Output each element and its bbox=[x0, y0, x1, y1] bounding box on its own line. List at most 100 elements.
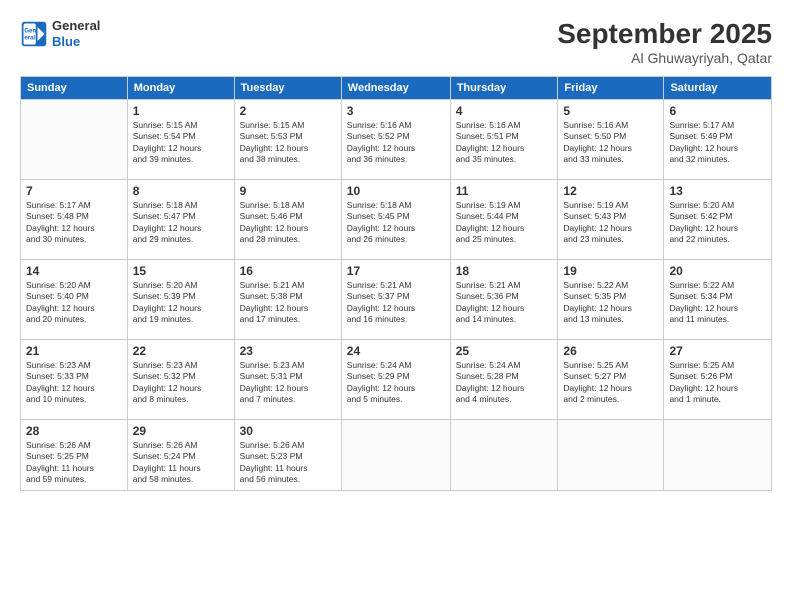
logo-text: General Blue bbox=[52, 18, 100, 49]
day-info: Sunrise: 5:26 AMSunset: 5:23 PMDaylight:… bbox=[240, 440, 336, 486]
day-info: Sunrise: 5:16 AMSunset: 5:51 PMDaylight:… bbox=[456, 120, 553, 166]
table-row: 12 Sunrise: 5:19 AMSunset: 5:43 PMDayligh… bbox=[558, 180, 664, 260]
day-number: 1 bbox=[133, 104, 229, 118]
calendar-body: 1 Sunrise: 5:15 AMSunset: 5:54 PMDaylight… bbox=[21, 100, 772, 491]
col-sunday: Sunday bbox=[21, 77, 128, 100]
day-info: Sunrise: 5:16 AMSunset: 5:52 PMDaylight:… bbox=[347, 120, 445, 166]
table-row: 27 Sunrise: 5:25 AMSunset: 5:26 PMDayligh… bbox=[664, 340, 772, 420]
table-row: 7Sunrise: 5:17 AMSunset: 5:48 PMDaylight… bbox=[21, 180, 128, 260]
day-number: 2 bbox=[240, 104, 336, 118]
col-monday: Monday bbox=[127, 77, 234, 100]
table-row: 2Sunrise: 5:15 AMSunset: 5:53 PMDaylight… bbox=[234, 100, 341, 180]
day-info: Sunrise: 5:19 AMSunset: 5:44 PMDaylight:… bbox=[456, 200, 553, 246]
day-number: 23 bbox=[240, 344, 336, 358]
day-number: 5 bbox=[563, 104, 658, 118]
day-number: 12 bbox=[563, 184, 658, 198]
day-number: 17 bbox=[347, 264, 445, 278]
day-info: Sunrise: 5:22 AMSunset: 5:34 PMDaylight:… bbox=[669, 280, 766, 326]
header: Gen eral General Blue September 2025 Al … bbox=[20, 18, 772, 66]
day-info: Sunrise: 5:18 AMSunset: 5:47 PMDaylight:… bbox=[133, 200, 229, 246]
day-number: 20 bbox=[669, 264, 766, 278]
day-info: Sunrise: 5:16 AMSunset: 5:50 PMDaylight:… bbox=[563, 120, 658, 166]
table-row: 23 Sunrise: 5:23 AMSunset: 5:31 PMDayligh… bbox=[234, 340, 341, 420]
day-info: Sunrise: 5:24 AMSunset: 5:29 PMDaylight:… bbox=[347, 360, 445, 406]
table-row: 22 Sunrise: 5:23 AMSunset: 5:32 PMDayligh… bbox=[127, 340, 234, 420]
col-friday: Friday bbox=[558, 77, 664, 100]
table-row: 6 Sunrise: 5:17 AMSunset: 5:49 PMDaylight… bbox=[664, 100, 772, 180]
day-number: 21 bbox=[26, 344, 122, 358]
day-number: 25 bbox=[456, 344, 553, 358]
day-number: 10 bbox=[347, 184, 445, 198]
day-info: Sunrise: 5:23 AMSunset: 5:32 PMDaylight:… bbox=[133, 360, 229, 406]
day-number: 22 bbox=[133, 344, 229, 358]
col-wednesday: Wednesday bbox=[341, 77, 450, 100]
day-info: Sunrise: 5:22 AMSunset: 5:35 PMDaylight:… bbox=[563, 280, 658, 326]
day-info: Sunrise: 5:18 AMSunset: 5:45 PMDaylight:… bbox=[347, 200, 445, 246]
table-row: 4 Sunrise: 5:16 AMSunset: 5:51 PMDaylight… bbox=[450, 100, 558, 180]
day-info: Sunrise: 5:21 AMSunset: 5:36 PMDaylight:… bbox=[456, 280, 553, 326]
table-row bbox=[450, 420, 558, 491]
svg-text:eral: eral bbox=[24, 34, 35, 41]
day-info: Sunrise: 5:20 AMSunset: 5:39 PMDaylight:… bbox=[133, 280, 229, 326]
day-number: 8 bbox=[133, 184, 229, 198]
table-row bbox=[21, 100, 128, 180]
table-row: 26 Sunrise: 5:25 AMSunset: 5:27 PMDayligh… bbox=[558, 340, 664, 420]
month-title: September 2025 bbox=[557, 18, 772, 50]
day-info: Sunrise: 5:25 AMSunset: 5:26 PMDaylight:… bbox=[669, 360, 766, 406]
col-saturday: Saturday bbox=[664, 77, 772, 100]
day-info: Sunrise: 5:17 AMSunset: 5:49 PMDaylight:… bbox=[669, 120, 766, 166]
table-row: 29Sunrise: 5:26 AMSunset: 5:24 PMDayligh… bbox=[127, 420, 234, 491]
table-row: 15Sunrise: 5:20 AMSunset: 5:39 PMDayligh… bbox=[127, 260, 234, 340]
day-info: Sunrise: 5:21 AMSunset: 5:38 PMDaylight:… bbox=[240, 280, 336, 326]
day-number: 27 bbox=[669, 344, 766, 358]
day-info: Sunrise: 5:21 AMSunset: 5:37 PMDaylight:… bbox=[347, 280, 445, 326]
day-info: Sunrise: 5:18 AMSunset: 5:46 PMDaylight:… bbox=[240, 200, 336, 246]
table-row: 19 Sunrise: 5:22 AMSunset: 5:35 PMDayligh… bbox=[558, 260, 664, 340]
table-row: 16 Sunrise: 5:21 AMSunset: 5:38 PMDayligh… bbox=[234, 260, 341, 340]
day-number: 28 bbox=[26, 424, 122, 438]
day-info: Sunrise: 5:19 AMSunset: 5:43 PMDaylight:… bbox=[563, 200, 658, 246]
day-number: 30 bbox=[240, 424, 336, 438]
day-info: Sunrise: 5:26 AMSunset: 5:25 PMDaylight:… bbox=[26, 440, 122, 486]
day-info: Sunrise: 5:20 AMSunset: 5:42 PMDaylight:… bbox=[669, 200, 766, 246]
table-row bbox=[664, 420, 772, 491]
table-row: 21 Sunrise: 5:23 AMSunset: 5:33 PMDayligh… bbox=[21, 340, 128, 420]
table-row: 8 Sunrise: 5:18 AMSunset: 5:47 PMDaylight… bbox=[127, 180, 234, 260]
location: Al Ghuwayriyah, Qatar bbox=[557, 50, 772, 66]
table-row: 9 Sunrise: 5:18 AMSunset: 5:46 PMDaylight… bbox=[234, 180, 341, 260]
col-thursday: Thursday bbox=[450, 77, 558, 100]
table-row: 10 Sunrise: 5:18 AMSunset: 5:45 PMDayligh… bbox=[341, 180, 450, 260]
logo: Gen eral General Blue bbox=[20, 18, 100, 49]
logo-icon: Gen eral bbox=[20, 20, 48, 48]
day-info: Sunrise: 5:25 AMSunset: 5:27 PMDaylight:… bbox=[563, 360, 658, 406]
calendar-table: Sunday Monday Tuesday Wednesday Thursday… bbox=[20, 76, 772, 491]
day-number: 6 bbox=[669, 104, 766, 118]
day-info: Sunrise: 5:23 AMSunset: 5:33 PMDaylight:… bbox=[26, 360, 122, 406]
col-tuesday: Tuesday bbox=[234, 77, 341, 100]
table-row: 18Sunrise: 5:21 AMSunset: 5:36 PMDayligh… bbox=[450, 260, 558, 340]
day-number: 16 bbox=[240, 264, 336, 278]
day-info: Sunrise: 5:23 AMSunset: 5:31 PMDaylight:… bbox=[240, 360, 336, 406]
table-row: 25 Sunrise: 5:24 AMSunset: 5:28 PMDayligh… bbox=[450, 340, 558, 420]
day-number: 13 bbox=[669, 184, 766, 198]
table-row: 11Sunrise: 5:19 AMSunset: 5:44 PMDayligh… bbox=[450, 180, 558, 260]
table-row: 3 Sunrise: 5:16 AMSunset: 5:52 PMDaylight… bbox=[341, 100, 450, 180]
day-info: Sunrise: 5:24 AMSunset: 5:28 PMDaylight:… bbox=[456, 360, 553, 406]
calendar-header-row: Sunday Monday Tuesday Wednesday Thursday… bbox=[21, 77, 772, 100]
table-row: 5 Sunrise: 5:16 AMSunset: 5:50 PMDaylight… bbox=[558, 100, 664, 180]
svg-text:Gen: Gen bbox=[24, 27, 36, 34]
day-info: Sunrise: 5:15 AMSunset: 5:54 PMDaylight:… bbox=[133, 120, 229, 166]
table-row: 30 Sunrise: 5:26 AMSunset: 5:23 PMDayligh… bbox=[234, 420, 341, 491]
page: Gen eral General Blue September 2025 Al … bbox=[0, 0, 792, 612]
day-number: 26 bbox=[563, 344, 658, 358]
day-number: 19 bbox=[563, 264, 658, 278]
table-row: 24Sunrise: 5:24 AMSunset: 5:29 PMDayligh… bbox=[341, 340, 450, 420]
day-info: Sunrise: 5:26 AMSunset: 5:24 PMDaylight:… bbox=[133, 440, 229, 486]
table-row bbox=[558, 420, 664, 491]
day-number: 4 bbox=[456, 104, 553, 118]
title-block: September 2025 Al Ghuwayriyah, Qatar bbox=[557, 18, 772, 66]
day-number: 3 bbox=[347, 104, 445, 118]
day-info: Sunrise: 5:20 AMSunset: 5:40 PMDaylight:… bbox=[26, 280, 122, 326]
day-number: 9 bbox=[240, 184, 336, 198]
table-row: 17 Sunrise: 5:21 AMSunset: 5:37 PMDayligh… bbox=[341, 260, 450, 340]
